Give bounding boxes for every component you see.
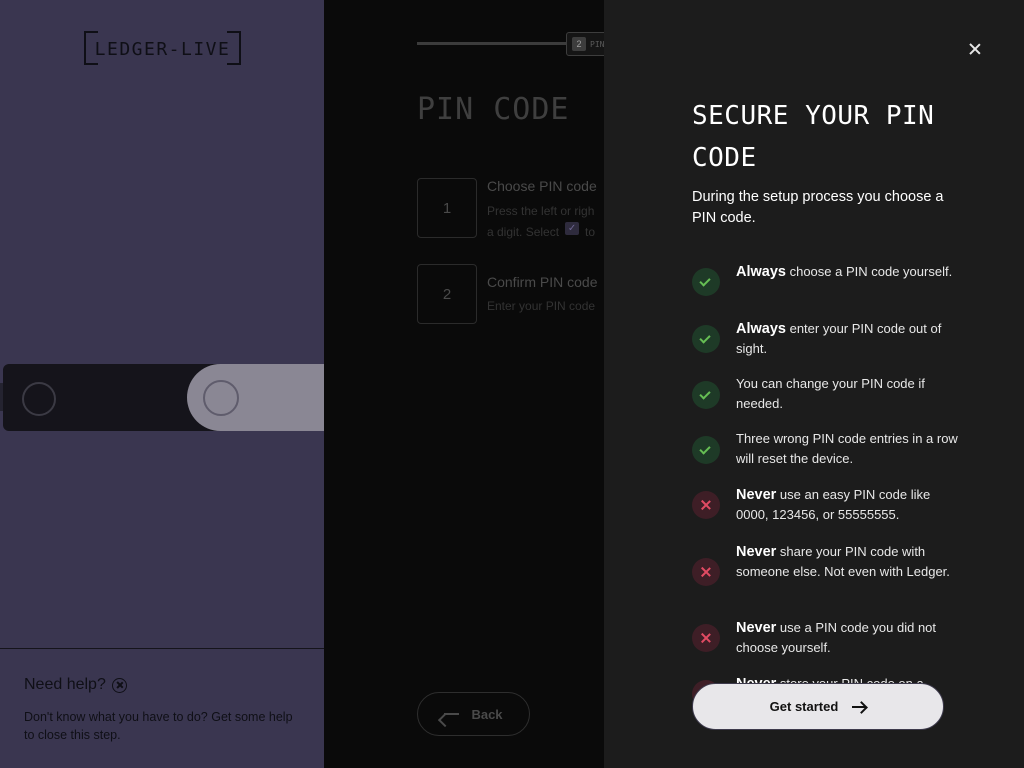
step-description: Enter your PIN code bbox=[487, 299, 596, 313]
help-title: Need help? bbox=[24, 676, 106, 693]
check-icon bbox=[692, 436, 720, 464]
back-button[interactable]: Back bbox=[417, 692, 530, 736]
lifebuoy-icon bbox=[111, 677, 127, 693]
left-panel: LEDGER-LIVE Need help? Don't know what y… bbox=[0, 0, 324, 768]
step-title: Confirm PIN code bbox=[487, 274, 598, 290]
step-description: Press the left or righ a digit. Select ✓ t… bbox=[487, 204, 596, 239]
page-title: PIN CODE bbox=[417, 92, 570, 127]
secure-pin-drawer: SECURE YOUR PIN CODE During the setup pr… bbox=[604, 0, 1024, 768]
get-started-button[interactable]: Get started bbox=[692, 683, 944, 730]
device-button bbox=[22, 382, 56, 416]
step-choose-pin: 1 Choose PIN code Press the left or righ… bbox=[417, 178, 604, 239]
nano-device-illustration bbox=[0, 363, 324, 432]
arrow-left-icon bbox=[444, 713, 460, 715]
arrow-right-icon bbox=[852, 705, 867, 708]
cross-icon bbox=[692, 491, 720, 519]
step-number: 1 bbox=[417, 178, 477, 238]
check-icon bbox=[692, 268, 720, 296]
help-title-link[interactable]: Need help? bbox=[24, 676, 127, 694]
step-number: 2 bbox=[417, 264, 477, 324]
ledger-live-logo: LEDGER-LIVE bbox=[84, 31, 241, 65]
check-icon bbox=[692, 325, 720, 353]
cross-icon bbox=[692, 558, 720, 586]
logo-text: LEDGER-LIVE bbox=[94, 39, 231, 60]
onboarding-progress bbox=[417, 42, 577, 45]
device-swivel bbox=[187, 364, 324, 431]
close-icon[interactable] bbox=[964, 38, 986, 60]
progress-step-badge: 2 PIN bbox=[566, 32, 604, 56]
step-title: Choose PIN code bbox=[487, 178, 597, 194]
cross-icon bbox=[692, 624, 720, 652]
drawer-title: SECURE YOUR PIN CODE bbox=[692, 101, 935, 173]
step-confirm-pin: 2 Confirm PIN code Enter your PIN code bbox=[417, 264, 604, 324]
drawer-intro: During the setup process you choose a PI… bbox=[692, 189, 944, 226]
pin-code-steps-panel: 2 PIN PIN CODE 1 Choose PIN code Press t… bbox=[324, 0, 604, 768]
help-text: Don't know what you have to do? Get some… bbox=[24, 710, 293, 742]
check-icon bbox=[692, 381, 720, 409]
check-button-icon: ✓ bbox=[565, 222, 580, 235]
help-section: Need help? Don't know what you have to d… bbox=[0, 648, 324, 768]
